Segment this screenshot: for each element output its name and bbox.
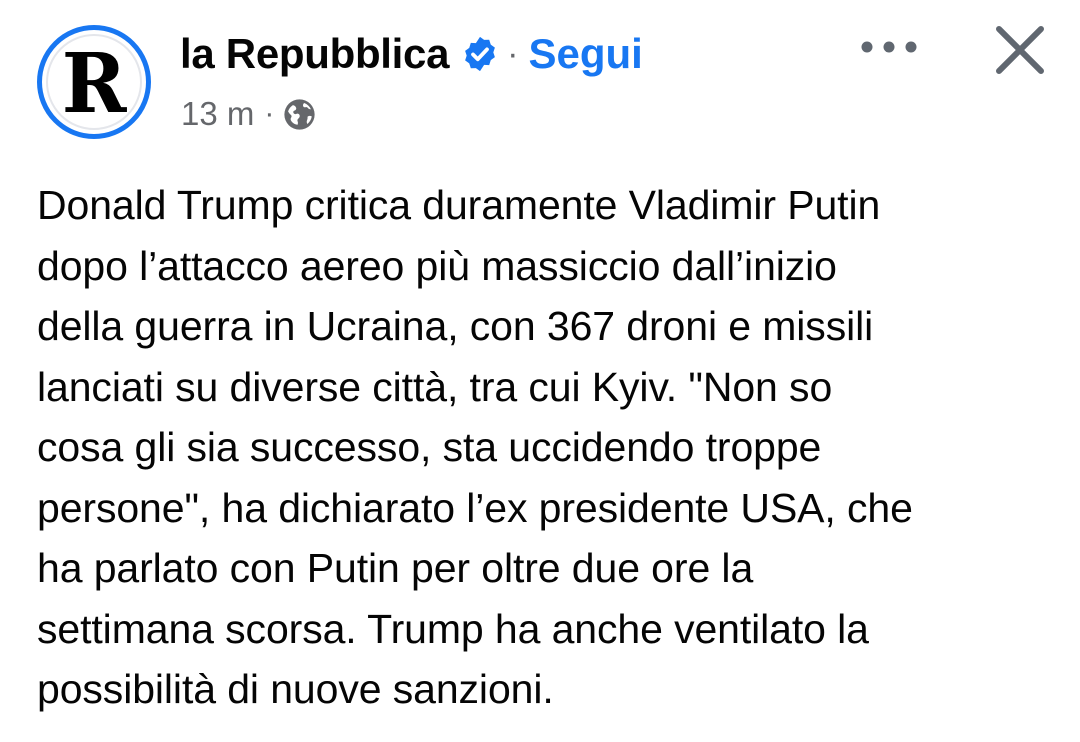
- post-text-line: persone", ha dichiarato l’ex presidente …: [37, 484, 913, 531]
- post-text-line: possibilità di nuove sanzioni.: [37, 666, 554, 712]
- post-text-line: dopo l’attacco aereo più massiccio dall’…: [37, 242, 837, 289]
- name-separator: ·: [507, 34, 519, 73]
- post-text-line: della guerra in Ucraina, con 367 droni e…: [37, 303, 874, 349]
- close-icon: [996, 26, 1044, 74]
- page-avatar[interactable]: R: [37, 25, 151, 139]
- post-text-line: lanciati su diverse città, tra cui Kyiv.…: [37, 363, 833, 410]
- avatar-logo-letter: R: [61, 36, 127, 132]
- post-header: R la Repubblica · Segui 13 m ·: [0, 0, 1080, 150]
- post-text-line: Donald Trump critica duramente Vladimir …: [37, 182, 881, 228]
- post-text: Donald Trump critica duramente Vladimir …: [37, 175, 1057, 720]
- post-text-line: ha parlato con Putin per oltre due ore l…: [37, 545, 754, 591]
- verified-badge-icon: [461, 35, 499, 73]
- post-text-line: settimana scorsa. Trump ha anche ventila…: [37, 605, 869, 652]
- page-name[interactable]: la Repubblica: [180, 30, 449, 78]
- globe-icon: [283, 98, 316, 131]
- post-meta: 13 m ·: [181, 92, 316, 136]
- more-options-button[interactable]: [856, 22, 922, 72]
- avatar-logo: R: [46, 34, 142, 130]
- post-timestamp[interactable]: 13 m: [181, 95, 254, 133]
- more-horizontal-icon: [861, 41, 917, 53]
- post-text-line: cosa gli sia successo, sta uccidendo tro…: [37, 424, 822, 470]
- close-button[interactable]: [988, 20, 1052, 80]
- author-row: la Repubblica · Segui: [180, 26, 643, 82]
- meta-separator: ·: [264, 97, 275, 130]
- follow-button[interactable]: Segui: [529, 30, 643, 78]
